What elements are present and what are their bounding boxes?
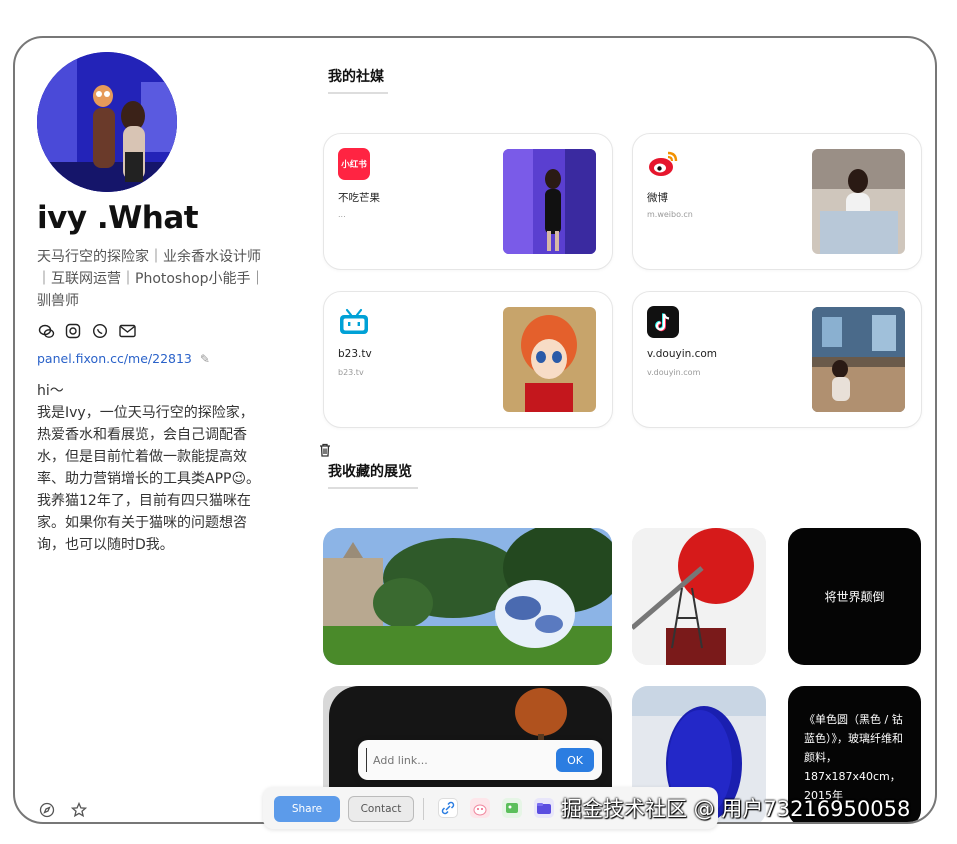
edit-pencil-icon[interactable]: ✎ (200, 352, 210, 366)
image-icon[interactable] (502, 798, 522, 818)
card-thumbnail (503, 149, 596, 254)
profile-tagline: 天马行空的探险家｜业余香水设计师｜互联网运营｜Photoshop小能手｜驯兽师 (37, 249, 265, 309)
bio-paragraph: 我养猫12年了，目前有四只猫咪在家。如果你有关于猫咪的问题想咨询，也可以随时D我… (37, 493, 251, 553)
add-link-popup: OK (358, 740, 602, 780)
share-button[interactable]: Share (274, 796, 340, 822)
xiaohongshu-badge-text: 小红书 (341, 160, 367, 170)
trash-icon[interactable] (319, 443, 331, 461)
card-title: 微博 (647, 192, 668, 204)
avatar[interactable] (37, 52, 177, 192)
contact-button[interactable]: Contact (348, 796, 414, 822)
mail-icon[interactable] (118, 322, 136, 340)
gallery-caption: 将世界颠倒 (824, 590, 885, 604)
bilibili-icon (338, 306, 370, 338)
profile-link[interactable]: panel.fixon.cc/me/22813 (37, 351, 192, 366)
profile-link-row: panel.fixon.cc/me/22813 ✎ (37, 351, 210, 366)
xiaohongshu-icon: 小红书 (338, 148, 370, 180)
link-icon[interactable] (438, 798, 458, 818)
toolbar-divider (423, 798, 424, 820)
card-title: 不吃芒果 (338, 192, 380, 204)
wechat-icon[interactable] (37, 322, 55, 340)
social-card-bilibili[interactable]: b23.tv b23.tv (323, 291, 613, 428)
card-title: b23.tv (338, 348, 372, 360)
gallery-description: 《单色圆（黑色 / 钴蓝色）》，玻璃纤维和颜料，187x187x40cm，201… (804, 713, 903, 802)
bottom-left-icons (39, 801, 88, 822)
instagram-icon[interactable] (64, 322, 82, 340)
social-icons-row (37, 322, 136, 340)
douyin-icon (647, 306, 679, 338)
star-icon[interactable] (70, 801, 88, 822)
card-title: v.douyin.com (647, 348, 718, 360)
gallery-tile[interactable] (632, 528, 766, 665)
card-subtitle: b23.tv (338, 368, 364, 377)
section-title-social: 我的社媒 (328, 69, 384, 85)
bio-paragraph: 我是Ivy，一位天马行空的探险家，热爱香水和看展览，会自己调配香水，但是目前忙着… (37, 405, 261, 487)
whatsapp-icon[interactable] (91, 322, 109, 340)
profile-page-frame: ivy .What 天马行空的探险家｜业余香水设计师｜互联网运营｜Photosh… (13, 36, 937, 824)
card-subtitle: ... (338, 210, 346, 219)
bio-greeting: hi～ (37, 383, 64, 399)
card-thumbnail (503, 307, 596, 412)
ok-button[interactable]: OK (556, 748, 594, 772)
social-card-xiaohongshu[interactable]: 小红书 不吃芒果 ... (323, 133, 613, 270)
card-subtitle: v.douyin.com (647, 368, 701, 377)
card-thumbnail (812, 149, 905, 254)
gallery-tile[interactable]: 将世界颠倒 (788, 528, 921, 665)
social-card-weibo[interactable]: 微博 m.weibo.cn (632, 133, 922, 270)
profile-name: ivy .What (37, 200, 199, 236)
social-card-douyin[interactable]: v.douyin.com v.douyin.com (632, 291, 922, 428)
weibo-icon (647, 148, 679, 180)
gallery-tile[interactable] (323, 528, 612, 665)
sticker-icon[interactable] (470, 798, 490, 818)
section-underline (328, 92, 388, 94)
card-subtitle: m.weibo.cn (647, 210, 693, 219)
add-link-input[interactable] (366, 748, 546, 772)
compass-icon[interactable] (39, 802, 55, 822)
folder-icon[interactable] (534, 798, 554, 818)
watermark-text: 掘金技术社区 @ 用户73216950058 (561, 797, 911, 821)
profile-bio: hi～ 我是Ivy，一位天马行空的探险家，热爱香水和看展览，会自己调配香水，但是… (37, 380, 267, 556)
section-title-gallery: 我收藏的展览 (328, 464, 412, 480)
section-underline (328, 487, 418, 489)
card-thumbnail (812, 307, 905, 412)
